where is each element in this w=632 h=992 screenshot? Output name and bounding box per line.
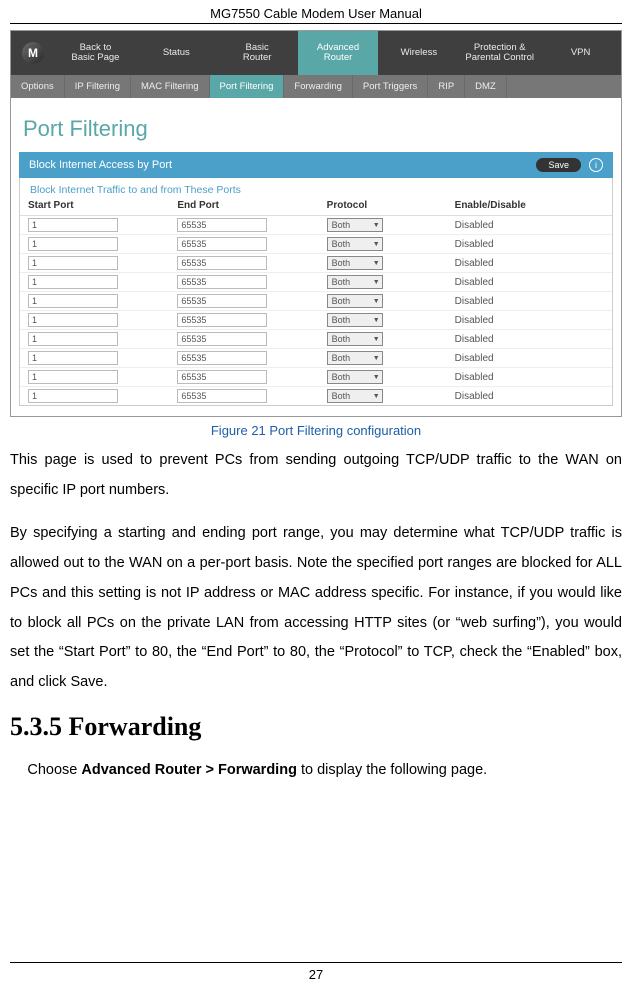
table-row: 1 65535 Both Disabled [20,216,612,235]
state-label: Disabled [455,220,604,231]
tab-options[interactable]: Options [11,75,65,98]
nav-label: VPN [571,48,591,58]
end-port-input[interactable]: 65535 [177,218,267,232]
table-row: 1 65535 Both Disabled [20,292,612,311]
port-filtering-screenshot: M Back to Basic Page Status Basic Router… [10,30,622,417]
motorola-logo: M [11,31,55,75]
port-table: Start Port End Port Protocol Enable/Disa… [19,198,613,406]
protocol-select[interactable]: Both [327,389,383,403]
state-label: Disabled [455,258,604,269]
end-port-input[interactable]: 65535 [177,294,267,308]
help-icon[interactable]: i [589,158,603,172]
page-header: MG7550 Cable Modem User Manual [10,0,622,24]
page-number: 27 [10,962,622,982]
end-port-input[interactable]: 65535 [177,256,267,270]
table-row: 1 65535 Both Disabled [20,330,612,349]
protocol-select[interactable]: Both [327,256,383,270]
end-port-input[interactable]: 65535 [177,370,267,384]
state-label: Disabled [455,239,604,250]
description-para-1: This page is used to prevent PCs from se… [10,446,622,505]
start-port-input[interactable]: 1 [28,218,118,232]
start-port-input[interactable]: 1 [28,256,118,270]
start-port-input[interactable]: 1 [28,389,118,403]
end-port-input[interactable]: 65535 [177,351,267,365]
tab-mac-filtering[interactable]: MAC Filtering [131,75,210,98]
protocol-select[interactable]: Both [327,237,383,251]
start-port-input[interactable]: 1 [28,237,118,251]
figure-caption: Figure 21 Port Filtering configuration [10,423,622,438]
nav-protection[interactable]: Protection & Parental Control [459,31,540,75]
state-label: Disabled [455,296,604,307]
table-row: 1 65535 Both Disabled [20,387,612,405]
table-row: 1 65535 Both Disabled [20,235,612,254]
nav-label: Router [324,53,353,63]
start-port-input[interactable]: 1 [28,370,118,384]
forwarding-para: Choose Advanced Router > Forwarding to d… [10,756,622,786]
tab-dmz[interactable]: DMZ [465,75,507,98]
start-port-input[interactable]: 1 [28,313,118,327]
table-row: 1 65535 Both Disabled [20,273,612,292]
table-row: 1 65535 Both Disabled [20,368,612,387]
section-heading-forwarding: 5.3.5 Forwarding [10,712,622,742]
top-nav: M Back to Basic Page Status Basic Router… [11,31,621,75]
table-row: 1 65535 Both Disabled [20,311,612,330]
protocol-select[interactable]: Both [327,370,383,384]
description-para-2: By specifying a starting and ending port… [10,519,622,697]
section-title: Port Filtering [11,98,621,152]
nav-vpn[interactable]: VPN [540,31,621,75]
state-label: Disabled [455,391,604,402]
start-port-input[interactable]: 1 [28,294,118,308]
protocol-select[interactable]: Both [327,332,383,346]
start-port-input[interactable]: 1 [28,332,118,346]
end-port-input[interactable]: 65535 [177,332,267,346]
text: Choose [27,762,81,778]
th-start-port: Start Port [28,200,177,211]
state-label: Disabled [455,334,604,345]
tab-forwarding[interactable]: Forwarding [284,75,353,98]
nav-label: Wireless [401,48,437,58]
end-port-input[interactable]: 65535 [177,275,267,289]
nav-label: Router [243,53,272,63]
tab-port-filtering[interactable]: Port Filtering [210,75,285,98]
th-protocol: Protocol [327,200,455,211]
end-port-input[interactable]: 65535 [177,313,267,327]
state-label: Disabled [455,372,604,383]
logo-icon: M [22,42,44,64]
block-access-bar: Block Internet Access by Port Save i [19,152,613,178]
nav-advanced-router[interactable]: Advanced Router [298,31,379,75]
sub-nav: Options IP Filtering MAC Filtering Port … [11,75,621,98]
nav-status[interactable]: Status [136,31,217,75]
state-label: Disabled [455,315,604,326]
nav-basic-router[interactable]: Basic Router [217,31,298,75]
th-end-port: End Port [177,200,326,211]
tab-rip[interactable]: RIP [428,75,465,98]
state-label: Disabled [455,277,604,288]
table-row: 1 65535 Both Disabled [20,254,612,273]
nav-label: Parental Control [465,53,534,63]
nav-label: Basic Page [71,53,119,63]
protocol-select[interactable]: Both [327,294,383,308]
tab-ip-filtering[interactable]: IP Filtering [65,75,131,98]
start-port-input[interactable]: 1 [28,351,118,365]
tab-port-triggers[interactable]: Port Triggers [353,75,428,98]
protocol-select[interactable]: Both [327,275,383,289]
protocol-select[interactable]: Both [327,218,383,232]
protocol-select[interactable]: Both [327,313,383,327]
traffic-bar: Block Internet Traffic to and from These… [19,178,613,198]
save-button[interactable]: Save [536,158,581,172]
th-enable: Enable/Disable [455,200,604,211]
block-bar-label: Block Internet Access by Port [29,159,172,171]
nav-basic-page[interactable]: Back to Basic Page [55,31,136,75]
breadcrumb-bold: Advanced Router > Forwarding [81,762,297,778]
protocol-select[interactable]: Both [327,351,383,365]
end-port-input[interactable]: 65535 [177,237,267,251]
end-port-input[interactable]: 65535 [177,389,267,403]
start-port-input[interactable]: 1 [28,275,118,289]
nav-label: Status [163,48,190,58]
nav-wireless[interactable]: Wireless [378,31,459,75]
text: to display the following page. [297,762,487,778]
state-label: Disabled [455,353,604,364]
table-row: 1 65535 Both Disabled [20,349,612,368]
